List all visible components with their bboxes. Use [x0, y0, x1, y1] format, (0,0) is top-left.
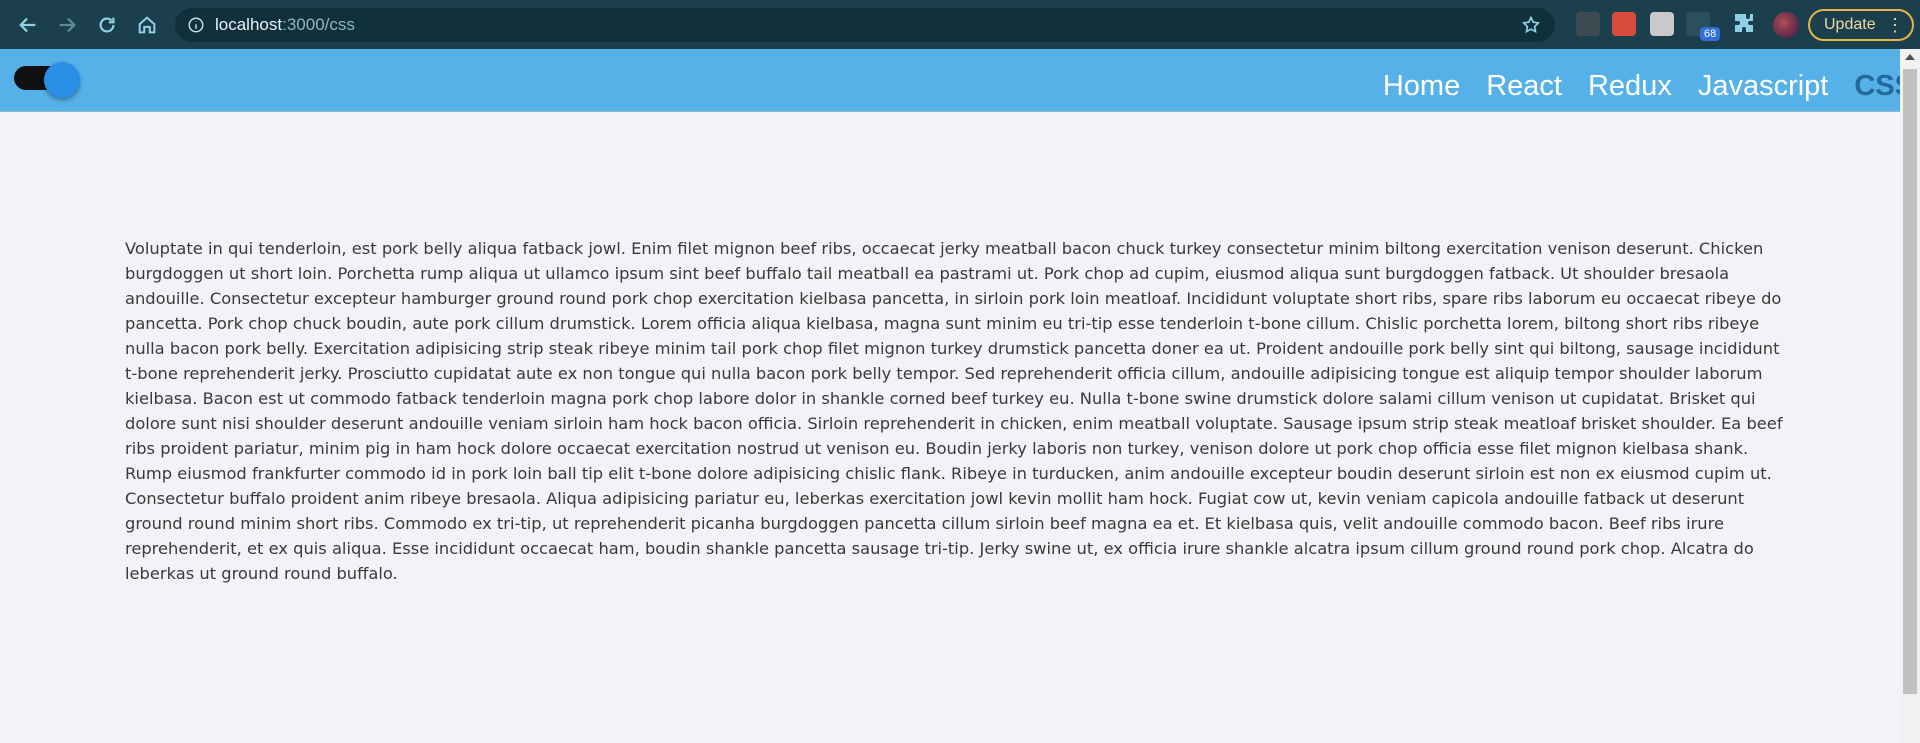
update-label: Update: [1824, 16, 1876, 33]
app-header: Home React Redux Javascript CSS: [0, 49, 1914, 112]
url-path: :3000/css: [282, 15, 355, 34]
nav-link-home[interactable]: Home: [1383, 70, 1460, 103]
forward-icon[interactable]: [47, 5, 87, 45]
home-icon[interactable]: [127, 5, 167, 45]
avatar[interactable]: [1773, 12, 1799, 38]
theme-toggle[interactable]: [14, 62, 80, 98]
page-scrollbar[interactable]: [1900, 49, 1920, 743]
main-nav: Home React Redux Javascript CSS: [1357, 69, 1914, 103]
back-icon[interactable]: [8, 5, 48, 45]
nav-link-javascript[interactable]: Javascript: [1698, 70, 1829, 103]
extension-icon[interactable]: [1576, 12, 1600, 36]
puzzle-icon[interactable]: [1732, 11, 1756, 35]
toggle-knob[interactable]: [44, 62, 80, 98]
body-paragraph: Voluptate in qui tenderloin, est pork be…: [125, 239, 1783, 583]
more-icon[interactable]: ⋮: [1886, 15, 1904, 35]
address-bar[interactable]: localhost:3000/css: [175, 8, 1555, 42]
scroll-up-arrow[interactable]: [1905, 54, 1915, 60]
star-icon[interactable]: [1521, 15, 1541, 35]
info-icon[interactable]: [187, 16, 205, 34]
reload-icon[interactable]: [87, 5, 127, 45]
url-text: localhost:3000/css: [215, 15, 355, 35]
nav-link-redux[interactable]: Redux: [1588, 70, 1672, 103]
url-host: localhost: [215, 15, 283, 34]
extension-icon[interactable]: [1612, 12, 1636, 36]
extension-icon[interactable]: [1650, 12, 1674, 36]
browser-toolbar: localhost:3000/css 68 Update ⋮: [0, 0, 1920, 49]
update-button[interactable]: Update ⋮: [1808, 9, 1914, 41]
extension-badge: 68: [1700, 27, 1721, 41]
scroll-thumb[interactable]: [1903, 69, 1917, 694]
nav-link-react[interactable]: React: [1486, 70, 1562, 103]
